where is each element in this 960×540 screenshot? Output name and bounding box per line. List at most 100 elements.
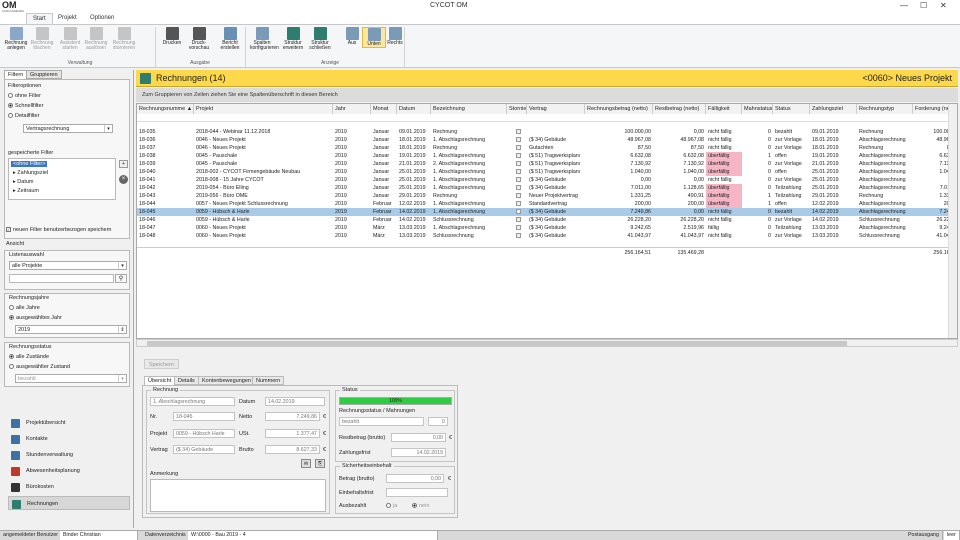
nr-field[interactable]: 18-045 — [173, 412, 235, 421]
invoice-cancel-button[interactable]: Rechnung stornieren — [112, 27, 136, 51]
invoice-add-button[interactable]: Rechnung anlegen — [4, 27, 28, 51]
tab-kontenbewegungen[interactable]: Kontenbewegungen — [198, 376, 255, 385]
table-row[interactable]: 18-037 0046 - Neues Projekt 2019 Januar 18.0… — [137, 144, 957, 152]
tab-nummern[interactable]: Nummern — [252, 376, 285, 385]
column-header[interactable]: Jahr — [333, 104, 371, 114]
vertrag-field[interactable]: ($ 34) Gebäude — [173, 445, 235, 454]
storniert-checkbox[interactable] — [515, 225, 521, 231]
saved-filter-item[interactable]: ▸ Datum — [13, 179, 34, 185]
column-header[interactable]: Bezeichnung — [431, 104, 507, 114]
table-row[interactable]: 18-038 0045 - Pauschale 2019 Januar 19.01.20… — [137, 152, 957, 160]
status-field[interactable]: bezahlt — [339, 417, 424, 426]
betrag-field[interactable]: 0,00 — [386, 474, 444, 483]
tab-details[interactable]: Details — [174, 376, 199, 385]
datum-field[interactable]: 14.02.2019 — [265, 397, 325, 406]
radio-alle-jahre[interactable]: alle Jahre — [9, 305, 40, 311]
column-header[interactable]: Mahnstatus — [742, 104, 773, 114]
tab-filtern[interactable]: Filtern — [4, 70, 28, 79]
column-header[interactable]: Vertrag — [527, 104, 585, 114]
column-header[interactable]: Rechnungstyp — [857, 104, 913, 114]
storniert-checkbox[interactable] — [515, 129, 521, 135]
listen-search-input[interactable] — [9, 274, 114, 283]
status-combo[interactable]: bezahlt ▾ — [15, 374, 127, 383]
radio-ausgewaehltes-jahr[interactable]: ausgewähltes Jahr — [9, 315, 62, 321]
wizard-button[interactable]: Assistent starten — [58, 27, 82, 51]
netto-field[interactable]: 7.249,86 — [265, 412, 320, 421]
table-row[interactable]: 18-041 2018-008 - 15 Jahre CYCOT 2019 Janua… — [137, 176, 957, 184]
table-row[interactable]: 18-047 0060 - Neues Projekt 2019 März 13.03.… — [137, 224, 957, 232]
columns-button[interactable]: Spalten konfigurieren — [250, 27, 279, 51]
table-row[interactable]: 18-048 0060 - Neues Projekt 2019 März 13.03.… — [137, 232, 957, 240]
storniert-checkbox[interactable] — [515, 161, 521, 167]
grid-filter-row[interactable] — [137, 114, 957, 122]
saved-filter-item[interactable]: <ohne Filter> — [11, 161, 48, 167]
delete-filter-icon[interactable]: × — [119, 175, 128, 184]
storniert-checkbox[interactable] — [515, 169, 521, 175]
invoice-delete-button[interactable]: Rechnung löschen — [30, 27, 54, 51]
email-icon[interactable]: ✉ — [301, 459, 311, 468]
nav-item-clock[interactable]: Stundenverwaltung — [8, 448, 130, 462]
tab-start[interactable]: Start — [26, 13, 53, 24]
storniert-checkbox[interactable] — [515, 145, 521, 151]
listen-combo[interactable]: alle Projekte ▾ — [9, 261, 127, 270]
column-header[interactable]: Datum — [397, 104, 431, 114]
radio-ohne-filter[interactable]: ohne Filter — [8, 93, 41, 99]
radio-alle-zustaende[interactable]: alle Zustände — [9, 354, 49, 360]
table-row[interactable]: 18-040 2018-002 - CYCOT Firmengebäude Neu… — [137, 168, 957, 176]
saved-filter-item[interactable]: ▸ Zahlungsziel — [13, 170, 48, 176]
print-preview-button[interactable]: Druck-vorschau — [187, 27, 211, 51]
projekt-field[interactable]: 0059 - Hübsch Harle — [173, 429, 235, 438]
column-header[interactable]: Status — [773, 104, 810, 114]
scrollbar-thumb[interactable] — [147, 341, 847, 346]
storniert-checkbox[interactable] — [515, 153, 521, 159]
column-header[interactable]: Projekt — [194, 104, 333, 114]
maximize-button[interactable]: ☐ — [920, 1, 927, 10]
print-button[interactable]: Drucken — [160, 27, 184, 46]
tab-optionen[interactable]: Optionen — [84, 13, 120, 24]
close-button[interactable]: ✕ — [940, 1, 947, 10]
nav-item-calendar[interactable]: Abwesenheitsplanung — [8, 464, 130, 478]
column-header[interactable]: Storniert — [507, 104, 527, 114]
radio-ja[interactable]: ja — [386, 503, 397, 509]
radio-ausgewaehlter-zustand[interactable]: ausgewählter Zustand — [9, 364, 70, 370]
mahnstufe-field[interactable]: 0 — [428, 417, 448, 426]
nav-item-project-overview[interactable]: Projektübersicht — [8, 416, 130, 430]
nav-item-office-costs[interactable]: Bürokosten — [8, 480, 130, 494]
column-header[interactable]: Restbetrag (netto) — [653, 104, 706, 114]
einbehaltsfrist-field[interactable] — [386, 488, 448, 497]
storniert-checkbox[interactable] — [515, 233, 521, 239]
column-header[interactable]: Rechnungsbetrag (netto) — [585, 104, 653, 114]
pdf-icon[interactable]: ⎘ — [315, 459, 325, 468]
restbetrag-field[interactable]: 0,00 — [391, 433, 446, 442]
ust-field[interactable]: 1.377,47 — [265, 429, 320, 438]
nav-item-contacts[interactable]: Kontakte — [8, 432, 130, 446]
table-row[interactable]: 18-046 0059 - Hübsch & Harle 2019 Februar 14… — [137, 216, 957, 224]
collapse-structure-button[interactable]: Struktur schließen — [308, 27, 332, 51]
storniert-checkbox[interactable] — [515, 193, 521, 199]
table-row[interactable]: 18-035 2018-044 - Webinar 11.12.2018 2019 J… — [137, 128, 957, 136]
table-row[interactable]: 18-042 2019-054 - Büro Elling 2019 Januar 25… — [137, 184, 957, 192]
invoice-trigger-button[interactable]: Rechnung auslösen — [84, 27, 108, 51]
storniert-checkbox[interactable] — [515, 201, 521, 207]
zahlungsfrist-field[interactable]: 14.02.2019 — [391, 448, 446, 457]
column-header[interactable]: Fälligkeit — [706, 104, 742, 114]
nav-item-invoices[interactable]: Rechnungen — [8, 496, 130, 510]
bezeichnung-field[interactable]: 1. Abschlagsrechnung — [150, 397, 235, 406]
vertical-scrollbar[interactable] — [948, 104, 957, 338]
panel-off-button[interactable]: Aus — [340, 27, 364, 46]
anmerkung-textarea[interactable] — [150, 479, 326, 512]
table-row[interactable]: 18-036 0046 - Neues Projekt 2019 Januar 18.0… — [137, 136, 957, 144]
table-row[interactable]: 18-045 0059 - Hübsch & Harle 2019 Februar 14… — [137, 208, 957, 216]
save-filter-user-checkbox[interactable]: ✓ neuen Filter benutzerbezogen speichern — [6, 227, 111, 233]
tab-projekt[interactable]: Projekt — [52, 13, 83, 24]
save-button[interactable]: Speichern — [144, 359, 179, 369]
group-by-area[interactable]: Zum Gruppieren von Zeilen ziehen Sie ein… — [136, 88, 958, 102]
storniert-checkbox[interactable] — [515, 177, 521, 183]
radio-schnellfilter[interactable]: Schnellfilter — [8, 103, 43, 109]
brutto-field[interactable]: 8.627,33 — [265, 445, 320, 454]
column-header[interactable]: Rechnungsnumme ▲ — [137, 104, 194, 114]
minimize-button[interactable]: — — [900, 1, 908, 10]
radio-detailfilter[interactable]: Detailfilter — [8, 113, 39, 119]
radio-nein[interactable]: nein — [412, 503, 429, 509]
table-row[interactable]: 18-043 2019-056 - Büro OME 2019 Januar 29.01… — [137, 192, 957, 200]
